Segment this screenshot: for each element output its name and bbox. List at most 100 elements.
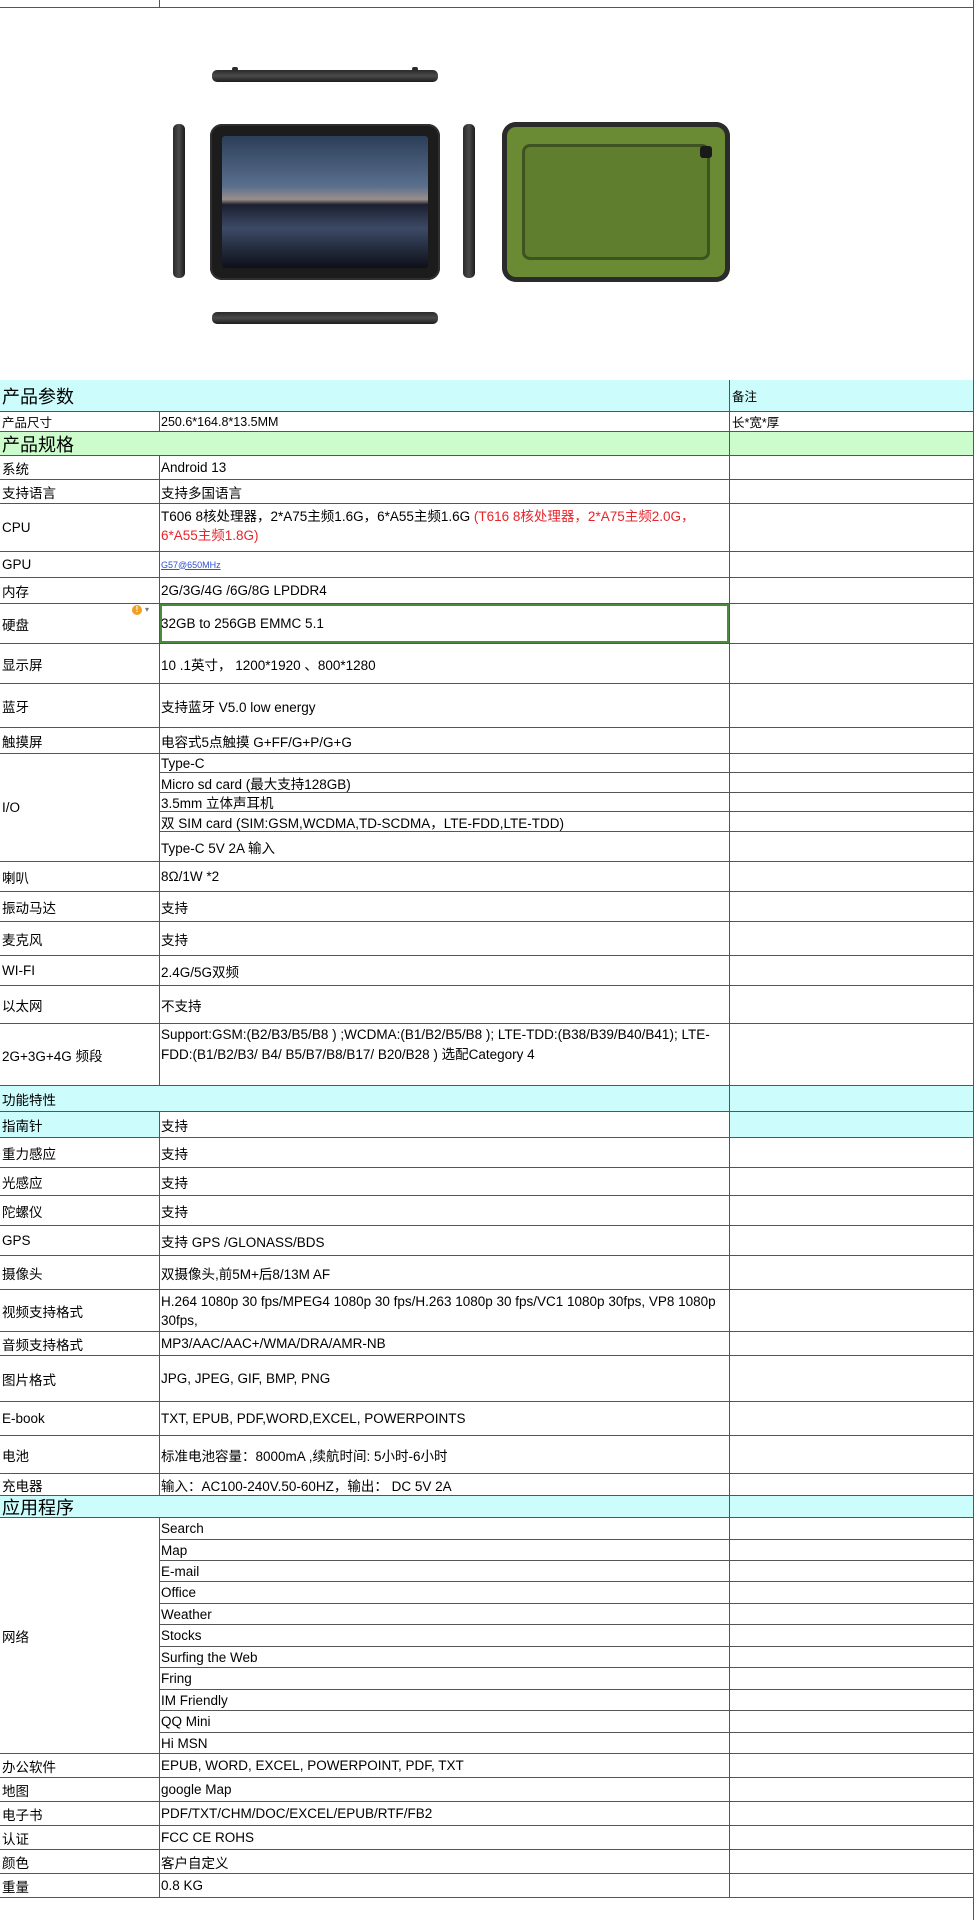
section-header-params: 产品参数 备注 <box>0 380 973 412</box>
row-label: 振动马达 <box>0 892 160 921</box>
io-list: Type-C Micro sd card (最大支持128GB) 3.5mm 立… <box>160 754 730 861</box>
section-title: 功能特性 <box>0 1086 730 1111</box>
row-label: 内存 <box>0 578 160 603</box>
row-value: 电容式5点触摸 G+FF/G+P/G+G <box>160 728 730 753</box>
list-item: QQ Mini <box>160 1711 729 1733</box>
section-title: 产品规格 <box>0 432 730 455</box>
row-value: FCC CE ROHS <box>160 1826 730 1849</box>
table-row: 支持语言 支持多国语言 <box>0 480 973 504</box>
list-item: Hi MSN <box>161 1736 208 1751</box>
row-label: 网络 <box>0 1518 160 1753</box>
table-row: 陀螺仪 支持 <box>0 1196 973 1226</box>
table-row: 视频支持格式 H.264 1080p 30 fps/MPEG4 1080p 30… <box>0 1290 973 1332</box>
row-value: 10 .1英寸， 1200*1920 、800*1280 <box>160 644 730 683</box>
row-label: 重力感应 <box>0 1138 160 1167</box>
row-label: E-book <box>0 1402 160 1435</box>
device-front-image <box>210 124 440 280</box>
spec-sheet: 产品参数 备注 产品尺寸 250.6*164.8*13.5MM 长*宽*厚 产品… <box>0 0 974 1920</box>
chevron-down-icon[interactable]: ▾ <box>145 605 149 614</box>
row-label: WI-FI <box>0 956 160 985</box>
device-left-side-image <box>173 124 185 278</box>
row-value: H.264 1080p 30 fps/MPEG4 1080p 30 fps/H.… <box>160 1290 730 1331</box>
row-label: 重量 <box>0 1874 160 1897</box>
row-label: 2G+3G+4G 频段 <box>0 1024 160 1085</box>
row-label: 产品尺寸 <box>0 412 160 431</box>
gpu-link[interactable]: G57@650MHz <box>161 560 221 570</box>
row-value: 支持 GPS /GLONASS/BDS <box>160 1226 730 1255</box>
device-back-panel <box>522 144 710 260</box>
table-row: 颜色 客户自定义 <box>0 1850 973 1874</box>
row-label: 显示屏 <box>0 644 160 683</box>
table-row: 音频支持格式 MP3/AAC/AAC+/WMA/DRA/AMR-NB <box>0 1332 973 1356</box>
row-value: Support:GSM:(B2/B3/B5/B8 ) ;WCDMA:(B1/B2… <box>160 1024 730 1085</box>
top-column-divider <box>159 0 160 7</box>
row-value: 支持蓝牙 V5.0 low energy <box>160 684 730 727</box>
table-row: 内存 2G/3G/4G /6G/8G LPDDR4 <box>0 578 973 604</box>
row-label: 充电器 <box>0 1474 160 1495</box>
row-value: 标准电池容量：8000mA ,续航时间: 5小时-6小时 <box>160 1436 730 1473</box>
network-app-list: Search Map E-mail Office Weather Stocks … <box>160 1518 730 1753</box>
row-label: 触摸屏 <box>0 728 160 753</box>
list-item: IM Friendly <box>160 1690 729 1711</box>
list-item: Office <box>160 1582 729 1604</box>
table-row: 办公软件 EPUB, WORD, EXCEL, POWERPOINT, PDF,… <box>0 1754 973 1778</box>
row-value: 输入：AC100-240V.50-60HZ，输出： DC 5V 2A <box>160 1474 730 1495</box>
device-screen-landscape <box>222 136 428 268</box>
warning-icon[interactable]: ! <box>132 605 142 615</box>
table-row: 蓝牙 支持蓝牙 V5.0 low energy <box>0 684 973 728</box>
row-label: 地图 <box>0 1778 160 1801</box>
list-item: Weather <box>160 1604 729 1625</box>
row-value: TXT, EPUB, PDF,WORD,EXCEL, POWERPOINTS <box>160 1402 730 1435</box>
row-value: 支持多国语言 <box>160 480 730 503</box>
row-label: 蓝牙 <box>0 684 160 727</box>
row-value: 双摄像头,前5M+后8/13M AF <box>160 1256 730 1289</box>
row-value: PDF/TXT/CHM/DOC/EXCEL/EPUB/RTF/FB2 <box>160 1802 730 1825</box>
row-label: GPU <box>0 552 160 577</box>
row-label: 系统 <box>0 456 160 479</box>
section-header-specs: 产品规格 <box>0 432 973 456</box>
row-value: 2.4G/5G双频 <box>160 956 730 985</box>
list-item: Map <box>160 1540 729 1561</box>
row-note: 长*宽*厚 <box>732 416 780 430</box>
list-item: Stocks <box>160 1625 729 1647</box>
row-label: 视频支持格式 <box>0 1290 160 1331</box>
device-top-edge-image <box>212 67 438 82</box>
row-label: 陀螺仪 <box>0 1196 160 1225</box>
list-item: Fring <box>160 1668 729 1690</box>
row-label: 支持语言 <box>0 480 160 503</box>
device-bottom-edge-image <box>212 312 438 324</box>
row-label: 麦克风 <box>0 922 160 955</box>
row-label: 音频支持格式 <box>0 1332 160 1355</box>
product-image-area <box>0 8 973 380</box>
row-value: 支持 <box>160 1138 730 1167</box>
row-value: 支持 <box>160 1196 730 1225</box>
row-value: EPUB, WORD, EXCEL, POWERPOINT, PDF, TXT <box>160 1754 730 1777</box>
list-item: 3.5mm 立体声耳机 <box>160 793 729 812</box>
row-label: 颜色 <box>0 1850 160 1873</box>
row-value: 不支持 <box>160 986 730 1023</box>
table-row: 充电器 输入：AC100-240V.50-60HZ，输出： DC 5V 2A <box>0 1474 973 1496</box>
table-row: 重力感应 支持 <box>0 1138 973 1168</box>
table-row: 产品尺寸 250.6*164.8*13.5MM 长*宽*厚 <box>0 412 973 432</box>
selected-cell[interactable]: 32GB to 256GB EMMC 5.1 <box>160 604 730 643</box>
row-value: JPG, JPEG, GIF, BMP, PNG <box>160 1356 730 1401</box>
row-value: 支持 <box>160 922 730 955</box>
row-label: 办公软件 <box>0 1754 160 1777</box>
row-label: 电池 <box>0 1436 160 1473</box>
table-row: CPU T606 8核处理器，2*A75主频1.6G，6*A55主频1.6G (… <box>0 504 973 552</box>
table-row: I/O Type-C Micro sd card (最大支持128GB) 3.5… <box>0 754 973 862</box>
note-header: 备注 <box>732 390 758 404</box>
row-value: 支持 <box>160 1112 730 1137</box>
table-row: GPU G57@650MHz <box>0 552 973 578</box>
row-value: T606 8核处理器，2*A75主频1.6G，6*A55主频1.6G (T616… <box>160 504 730 551</box>
row-value: 支持 <box>160 892 730 921</box>
row-label: 以太网 <box>0 986 160 1023</box>
table-row: 认证 FCC CE ROHS <box>0 1826 973 1850</box>
table-row: 喇叭 8Ω/1W *2 <box>0 862 973 892</box>
list-item: Search <box>160 1518 729 1540</box>
row-value: 250.6*164.8*13.5MM <box>160 412 730 431</box>
table-row: 摄像头 双摄像头,前5M+后8/13M AF <box>0 1256 973 1290</box>
table-row: WI-FI 2.4G/5G双频 <box>0 956 973 986</box>
table-row: E-book TXT, EPUB, PDF,WORD,EXCEL, POWERP… <box>0 1402 973 1436</box>
table-row: 指南针 支持 <box>0 1112 973 1138</box>
